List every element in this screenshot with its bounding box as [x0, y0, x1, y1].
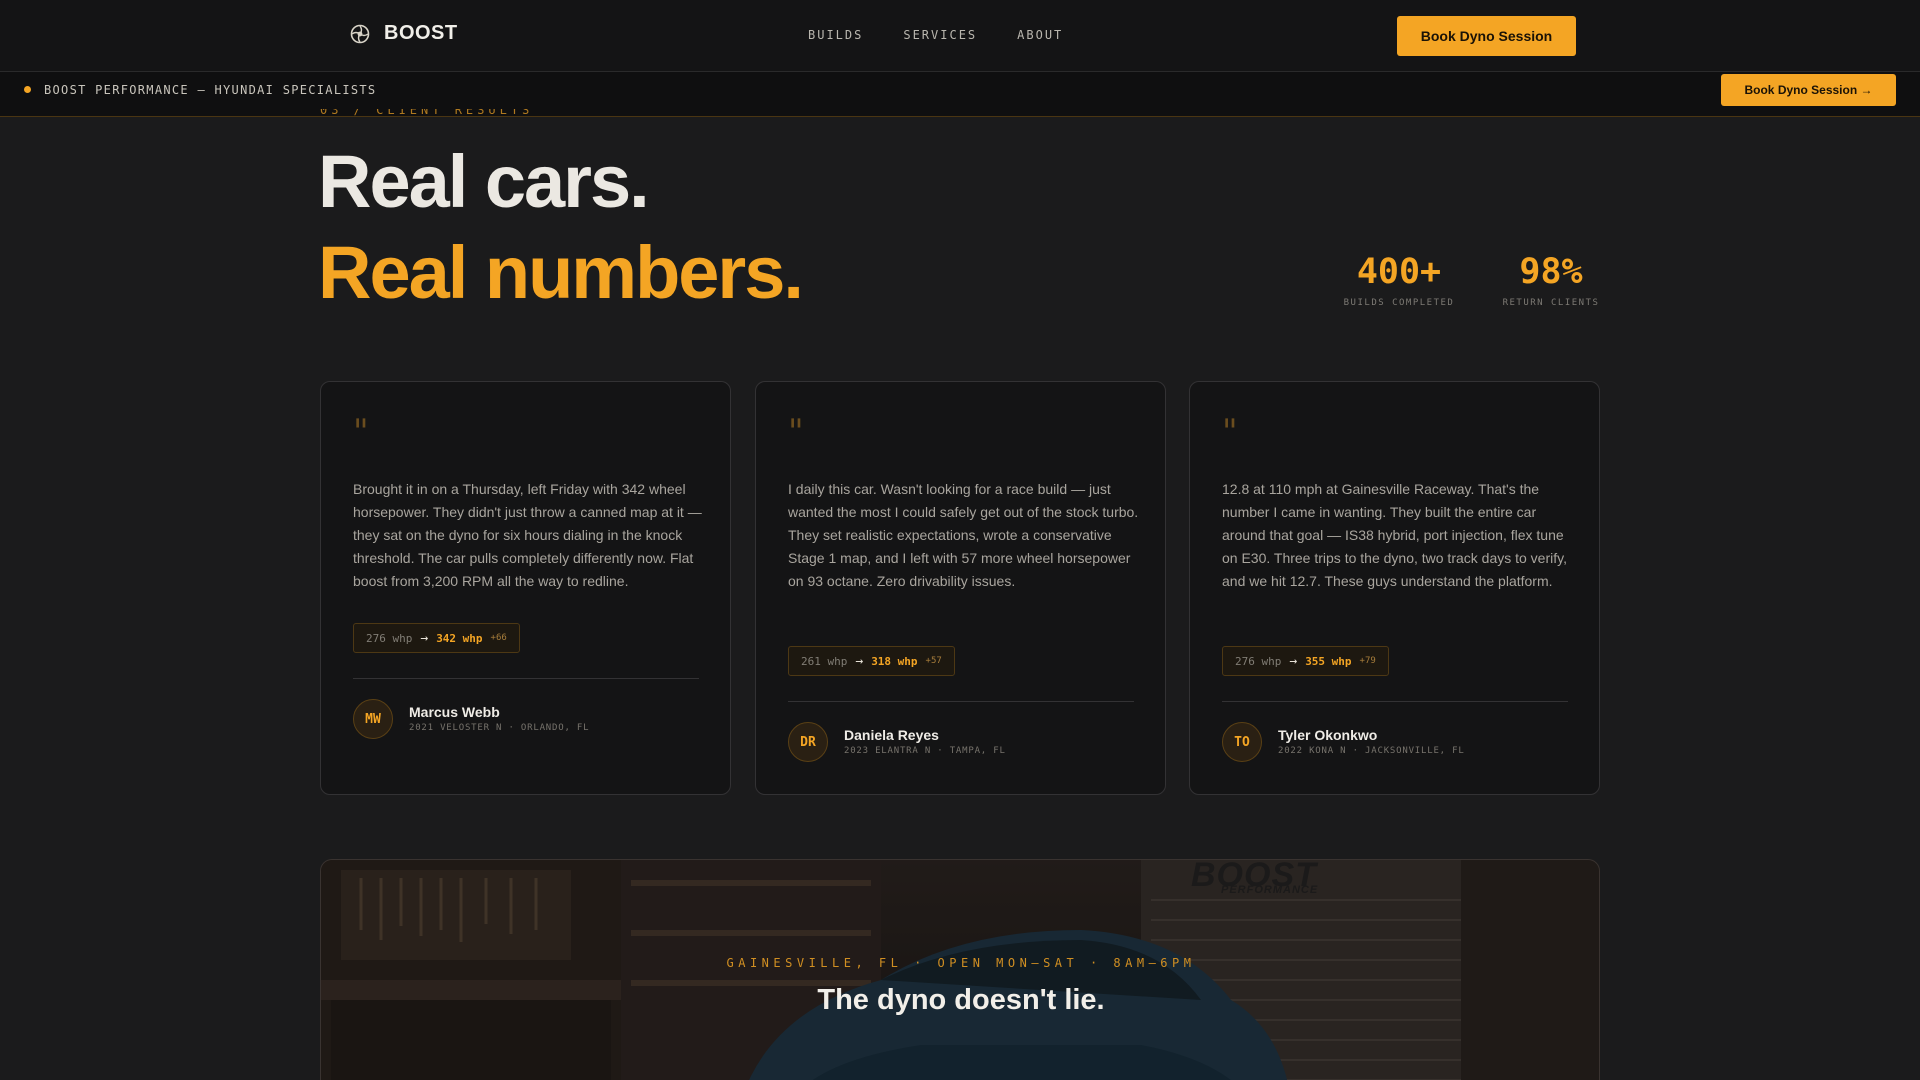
garage-sign-sub: PERFORMANCE — [1221, 884, 1319, 896]
before-power: 261 whp — [801, 654, 848, 668]
banner-title: The dyno doesn't lie. — [817, 984, 1105, 1016]
hero-title-line2: Real numbers. — [318, 231, 804, 314]
avatar: TO — [1222, 722, 1262, 762]
testimonial-text: Brought it in on a Thursday, left Friday… — [353, 481, 702, 589]
testimonial-card: " Brought it in on a Thursday, left Frid… — [320, 381, 731, 795]
announcement-text: BOOST PERFORMANCE — HYUNDAI SPECIALISTS — [44, 83, 377, 97]
stat-label: BUILDS COMPLETED — [1343, 298, 1455, 308]
nav-link-services[interactable]: SERVICES — [903, 28, 977, 42]
author-car-location: 2021 VELOSTER N · ORLANDO, FL — [409, 723, 590, 733]
book-dyno-button[interactable]: Book Dyno Session — [1397, 16, 1576, 56]
stat-return: 98% RETURN CLIENTS — [1496, 252, 1606, 308]
avatar: MW — [353, 699, 393, 739]
power-gain: +79 — [1359, 656, 1376, 666]
power-gain: +57 — [925, 656, 942, 666]
divider — [1222, 701, 1568, 702]
dyno-result-badge: 276 whp → 342 whp +66 — [353, 623, 520, 653]
section-eyebrow: 03 / CLIENT RESULTS — [320, 109, 534, 117]
brand-name: BOOST — [384, 22, 458, 44]
testimonial-card: " 12.8 at 110 mph at Gainesville Raceway… — [1189, 381, 1600, 795]
top-navigation: BOOST BUILDS SERVICES ABOUT Book Dyno Se… — [0, 0, 1920, 72]
quote-icon: " — [788, 412, 804, 452]
location-hours: GAINESVILLE, FL · OPEN MON–SAT · 8AM–6PM — [726, 956, 1196, 970]
arrow-right-icon: → — [855, 653, 864, 669]
brand[interactable]: BOOST — [350, 22, 458, 45]
author-car-location: 2022 KONA N · JACKSONVILLE, FL — [1278, 746, 1465, 756]
after-power: 355 whp — [1305, 654, 1352, 668]
before-power: 276 whp — [366, 631, 413, 645]
dyno-result-badge: 276 whp → 355 whp +79 — [1222, 646, 1389, 676]
power-gain: +66 — [490, 633, 507, 643]
arrow-right-icon: → — [420, 630, 429, 646]
stat-value: 400+ — [1356, 252, 1442, 292]
nav-links: BUILDS SERVICES ABOUT — [808, 28, 1063, 42]
divider — [788, 701, 1134, 702]
turbo-logo-icon — [350, 24, 370, 43]
garage-banner: BOOST PERFORMANCE GAINESVILLE, FL · OPEN… — [320, 859, 1600, 1080]
arrow-right-icon: → — [1289, 653, 1298, 669]
before-power: 276 whp — [1235, 654, 1282, 668]
divider — [353, 678, 699, 679]
quote-icon: " — [1222, 412, 1238, 452]
quote-icon: " — [353, 412, 369, 452]
author-name: Tyler Okonkwo — [1278, 727, 1378, 743]
testimonial-text: 12.8 at 110 mph at Gainesville Raceway. … — [1222, 481, 1567, 589]
author-car-location: 2023 ELANTRA N · TAMPA, FL — [844, 746, 1006, 756]
bar-book-dyno-button[interactable]: Book Dyno Session → — [1721, 74, 1896, 106]
nav-link-about[interactable]: ABOUT — [1017, 28, 1063, 42]
garage-photo — [321, 860, 1599, 1080]
stat-builds: 400+ BUILDS COMPLETED — [1334, 252, 1464, 308]
testimonial-card: " I daily this car. Wasn't looking for a… — [755, 381, 1166, 795]
stat-label: RETURN CLIENTS — [1502, 298, 1600, 308]
after-power: 318 whp — [871, 654, 918, 668]
status-dot-icon — [24, 86, 31, 93]
testimonial-text: I daily this car. Wasn't looking for a r… — [788, 481, 1139, 589]
dyno-result-badge: 261 whp → 318 whp +57 — [788, 646, 955, 676]
avatar: DR — [788, 722, 828, 762]
stat-value: 98% — [1519, 252, 1583, 292]
author-name: Marcus Webb — [409, 704, 500, 720]
hero-title-line1: Real cars. — [318, 140, 650, 223]
after-power: 342 whp — [436, 631, 483, 645]
author-name: Daniela Reyes — [844, 727, 939, 743]
nav-link-builds[interactable]: BUILDS — [808, 28, 863, 42]
